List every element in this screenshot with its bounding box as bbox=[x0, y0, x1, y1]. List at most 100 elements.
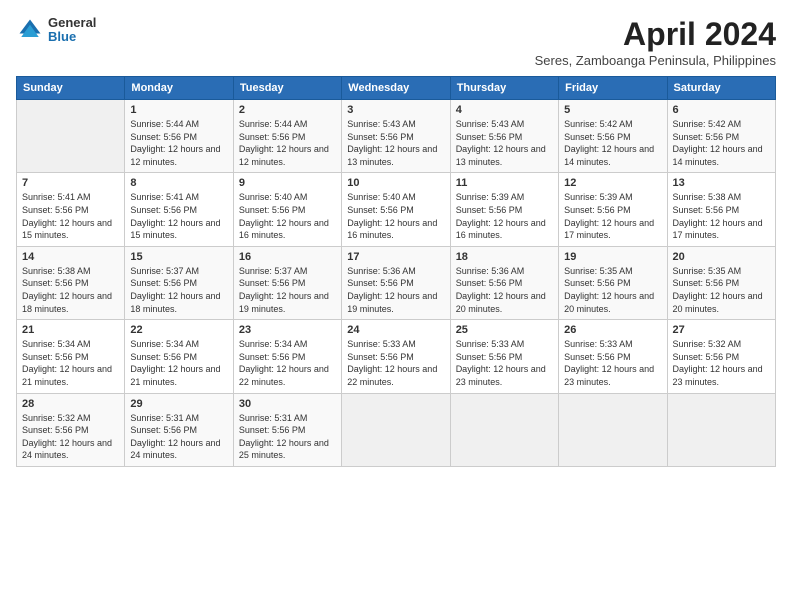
day-number: 26 bbox=[564, 324, 661, 336]
week-row-0: 1Sunrise: 5:44 AMSunset: 5:56 PMDaylight… bbox=[17, 100, 776, 173]
day-detail: Sunrise: 5:39 AMSunset: 5:56 PMDaylight:… bbox=[564, 191, 661, 241]
day-number: 8 bbox=[130, 177, 227, 189]
day-number: 7 bbox=[22, 177, 119, 189]
day-detail: Sunrise: 5:37 AMSunset: 5:56 PMDaylight:… bbox=[239, 265, 336, 315]
calendar-cell: 3Sunrise: 5:43 AMSunset: 5:56 PMDaylight… bbox=[342, 100, 450, 173]
day-number: 19 bbox=[564, 251, 661, 263]
calendar-cell: 18 Sunrise: 5:36 AMSunset: 5:56 PMDayligh… bbox=[450, 246, 558, 319]
day-number: 14 bbox=[22, 251, 119, 263]
day-number: 16 bbox=[239, 251, 336, 263]
day-detail: Sunrise: 5:39 AMSunset: 5:56 PMDaylight:… bbox=[456, 191, 553, 241]
day-detail: Sunrise: 5:37 AMSunset: 5:56 PMDaylight:… bbox=[130, 265, 227, 315]
day-detail: Sunrise: 5:33 AMSunset: 5:56 PMDaylight:… bbox=[347, 338, 444, 388]
day-number: 11 bbox=[456, 177, 553, 189]
week-row-4: 28Sunrise: 5:32 AMSunset: 5:56 PMDayligh… bbox=[17, 393, 776, 466]
calendar-cell: 5Sunrise: 5:42 AMSunset: 5:56 PMDaylight… bbox=[559, 100, 667, 173]
day-detail: Sunrise: 5:36 AMSunset: 5:56 PMDaylight:… bbox=[456, 265, 553, 315]
day-detail: Sunrise: 5:34 AMSunset: 5:56 PMDaylight:… bbox=[239, 338, 336, 388]
day-detail: Sunrise: 5:42 AMSunset: 5:56 PMDaylight:… bbox=[673, 118, 770, 168]
calendar-cell: 11 Sunrise: 5:39 AMSunset: 5:56 PMDayligh… bbox=[450, 173, 558, 246]
calendar-cell: 17Sunrise: 5:36 AMSunset: 5:56 PMDayligh… bbox=[342, 246, 450, 319]
calendar-cell: 19 Sunrise: 5:35 AMSunset: 5:56 PMDayligh… bbox=[559, 246, 667, 319]
calendar-cell: 28Sunrise: 5:32 AMSunset: 5:56 PMDayligh… bbox=[17, 393, 125, 466]
calendar-cell bbox=[17, 100, 125, 173]
day-detail: Sunrise: 5:32 AMSunset: 5:56 PMDaylight:… bbox=[673, 338, 770, 388]
calendar-cell: 25Sunrise: 5:33 AMSunset: 5:56 PMDayligh… bbox=[450, 320, 558, 393]
logo-icon bbox=[16, 16, 44, 44]
title-month: April 2024 bbox=[535, 16, 776, 53]
week-row-2: 14 Sunrise: 5:38 AMSunset: 5:56 PMDayligh… bbox=[17, 246, 776, 319]
day-detail: Sunrise: 5:43 AMSunset: 5:56 PMDaylight:… bbox=[456, 118, 553, 168]
calendar-cell: 1Sunrise: 5:44 AMSunset: 5:56 PMDaylight… bbox=[125, 100, 233, 173]
day-number: 27 bbox=[673, 324, 770, 336]
header-sunday: Sunday bbox=[17, 77, 125, 100]
header-monday: Monday bbox=[125, 77, 233, 100]
page-header: General Blue April 2024 Seres, Zamboanga… bbox=[16, 16, 776, 68]
day-number: 15 bbox=[130, 251, 227, 263]
calendar-cell bbox=[342, 393, 450, 466]
calendar-cell: 27 Sunrise: 5:32 AMSunset: 5:56 PMDayligh… bbox=[667, 320, 775, 393]
calendar-cell: 30 Sunrise: 5:31 AMSunset: 5:56 PMDayligh… bbox=[233, 393, 341, 466]
calendar-cell: 16 Sunrise: 5:37 AMSunset: 5:56 PMDayligh… bbox=[233, 246, 341, 319]
day-detail: Sunrise: 5:40 AMSunset: 5:56 PMDaylight:… bbox=[347, 191, 444, 241]
header-row: SundayMondayTuesdayWednesdayThursdayFrid… bbox=[17, 77, 776, 100]
title-block: April 2024 Seres, Zamboanga Peninsula, P… bbox=[535, 16, 776, 68]
calendar-cell: 2Sunrise: 5:44 AMSunset: 5:56 PMDaylight… bbox=[233, 100, 341, 173]
calendar-cell bbox=[667, 393, 775, 466]
logo-blue: Blue bbox=[48, 30, 96, 44]
week-row-1: 7 Sunrise: 5:41 AMSunset: 5:56 PMDaylight… bbox=[17, 173, 776, 246]
day-detail: Sunrise: 5:38 AMSunset: 5:56 PMDaylight:… bbox=[673, 191, 770, 241]
calendar-cell: 21Sunrise: 5:34 AMSunset: 5:56 PMDayligh… bbox=[17, 320, 125, 393]
header-friday: Friday bbox=[559, 77, 667, 100]
calendar-cell: 22Sunrise: 5:34 AMSunset: 5:56 PMDayligh… bbox=[125, 320, 233, 393]
day-number: 30 bbox=[239, 398, 336, 410]
day-number: 28 bbox=[22, 398, 119, 410]
calendar-cell: 6Sunrise: 5:42 AMSunset: 5:56 PMDaylight… bbox=[667, 100, 775, 173]
logo-general: General bbox=[48, 16, 96, 30]
header-wednesday: Wednesday bbox=[342, 77, 450, 100]
calendar-cell: 20Sunrise: 5:35 AMSunset: 5:56 PMDayligh… bbox=[667, 246, 775, 319]
day-number: 5 bbox=[564, 104, 661, 116]
day-number: 20 bbox=[673, 251, 770, 263]
calendar-cell: 26Sunrise: 5:33 AMSunset: 5:56 PMDayligh… bbox=[559, 320, 667, 393]
calendar-cell: 10 Sunrise: 5:40 AMSunset: 5:56 PMDayligh… bbox=[342, 173, 450, 246]
title-location: Seres, Zamboanga Peninsula, Philippines bbox=[535, 53, 776, 68]
day-detail: Sunrise: 5:36 AMSunset: 5:56 PMDaylight:… bbox=[347, 265, 444, 315]
day-number: 29 bbox=[130, 398, 227, 410]
day-detail: Sunrise: 5:38 AMSunset: 5:56 PMDaylight:… bbox=[22, 265, 119, 315]
day-number: 13 bbox=[673, 177, 770, 189]
day-number: 10 bbox=[347, 177, 444, 189]
day-detail: Sunrise: 5:41 AMSunset: 5:56 PMDaylight:… bbox=[130, 191, 227, 241]
calendar-cell: 8 Sunrise: 5:41 AMSunset: 5:56 PMDaylight… bbox=[125, 173, 233, 246]
day-detail: Sunrise: 5:44 AMSunset: 5:56 PMDaylight:… bbox=[239, 118, 336, 168]
calendar-cell bbox=[559, 393, 667, 466]
day-detail: Sunrise: 5:31 AMSunset: 5:56 PMDaylight:… bbox=[239, 412, 336, 462]
calendar-table: SundayMondayTuesdayWednesdayThursdayFrid… bbox=[16, 76, 776, 467]
calendar-cell: 24Sunrise: 5:33 AMSunset: 5:56 PMDayligh… bbox=[342, 320, 450, 393]
calendar-cell: 7 Sunrise: 5:41 AMSunset: 5:56 PMDaylight… bbox=[17, 173, 125, 246]
calendar-cell: 4 Sunrise: 5:43 AMSunset: 5:56 PMDaylight… bbox=[450, 100, 558, 173]
day-number: 22 bbox=[130, 324, 227, 336]
header-tuesday: Tuesday bbox=[233, 77, 341, 100]
day-number: 18 bbox=[456, 251, 553, 263]
day-number: 3 bbox=[347, 104, 444, 116]
calendar-cell bbox=[450, 393, 558, 466]
calendar-cell: 29 Sunrise: 5:31 AMSunset: 5:56 PMDayligh… bbox=[125, 393, 233, 466]
logo: General Blue bbox=[16, 16, 96, 45]
day-detail: Sunrise: 5:44 AMSunset: 5:56 PMDaylight:… bbox=[130, 118, 227, 168]
header-saturday: Saturday bbox=[667, 77, 775, 100]
day-number: 4 bbox=[456, 104, 553, 116]
calendar-cell: 15 Sunrise: 5:37 AMSunset: 5:56 PMDayligh… bbox=[125, 246, 233, 319]
day-detail: Sunrise: 5:34 AMSunset: 5:56 PMDaylight:… bbox=[22, 338, 119, 388]
day-number: 12 bbox=[564, 177, 661, 189]
day-detail: Sunrise: 5:41 AMSunset: 5:56 PMDaylight:… bbox=[22, 191, 119, 241]
day-number: 9 bbox=[239, 177, 336, 189]
logo-text: General Blue bbox=[48, 16, 96, 45]
calendar-cell: 9 Sunrise: 5:40 AMSunset: 5:56 PMDaylight… bbox=[233, 173, 341, 246]
day-detail: Sunrise: 5:35 AMSunset: 5:56 PMDaylight:… bbox=[564, 265, 661, 315]
calendar-cell: 12 Sunrise: 5:39 AMSunset: 5:56 PMDayligh… bbox=[559, 173, 667, 246]
calendar-cell: 13 Sunrise: 5:38 AMSunset: 5:56 PMDayligh… bbox=[667, 173, 775, 246]
day-detail: Sunrise: 5:31 AMSunset: 5:56 PMDaylight:… bbox=[130, 412, 227, 462]
day-detail: Sunrise: 5:40 AMSunset: 5:56 PMDaylight:… bbox=[239, 191, 336, 241]
calendar-cell: 14 Sunrise: 5:38 AMSunset: 5:56 PMDayligh… bbox=[17, 246, 125, 319]
